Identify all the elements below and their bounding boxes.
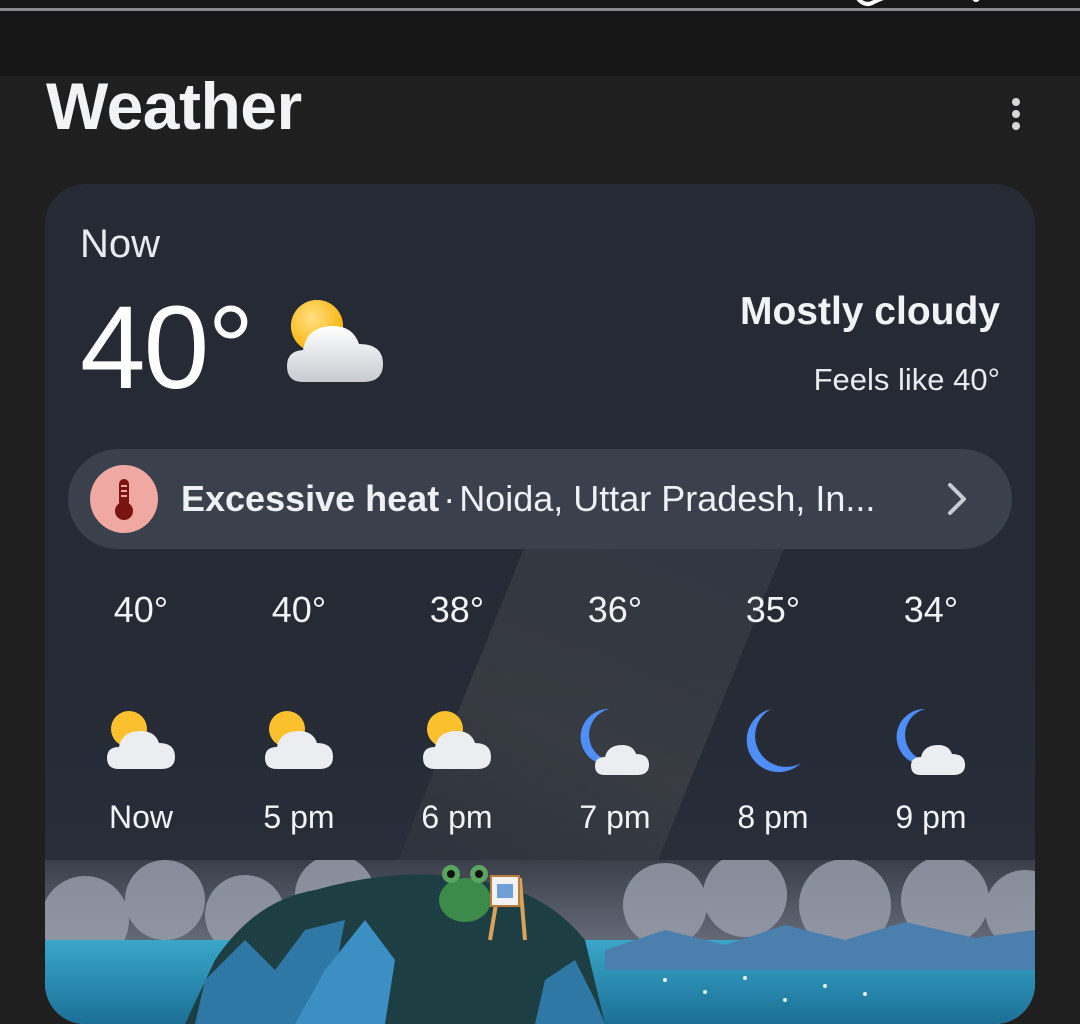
- divider: [0, 8, 1080, 11]
- hourly-label: 8 pm: [737, 799, 809, 835]
- hourly-temp: 40°: [271, 589, 327, 630]
- hourly-label: 7 pm: [579, 799, 651, 835]
- weather-alert-chip[interactable]: Excessive heat · Noida, Uttar Pradesh, In.…: [68, 449, 1012, 549]
- alert-title: Excessive heat: [181, 478, 440, 519]
- thermometer-icon: [90, 465, 158, 533]
- hourly-label: Now: [108, 799, 173, 835]
- hourly-item[interactable]: 40° 5 pm: [220, 589, 378, 849]
- hourly-label: 6 pm: [421, 799, 493, 835]
- hourly-item[interactable]: 35° 8 pm: [694, 589, 852, 849]
- hourly-label: 9 pm: [895, 799, 967, 835]
- partly-cloudy-night-icon: [896, 708, 965, 775]
- mostly-cloudy-day-icon: [423, 711, 491, 769]
- chevron-right-icon: [948, 483, 966, 515]
- hourly-temp: 38°: [429, 589, 485, 630]
- current-label: Now: [80, 222, 161, 266]
- more-options-icon[interactable]: [996, 94, 1036, 134]
- feels-like-text: Feels like 40°: [813, 362, 1000, 397]
- partly-cloudy-night-icon: [580, 708, 649, 775]
- mostly-cloudy-day-icon: [287, 300, 383, 382]
- app-header: Weather: [0, 69, 1080, 184]
- mostly-cloudy-day-icon: [265, 711, 333, 769]
- mostly-cloudy-day-icon: [107, 711, 175, 769]
- status-dot-icon: [972, 0, 980, 2]
- hourly-label: 5 pm: [263, 799, 335, 835]
- page-title: Weather: [46, 69, 302, 143]
- weather-card[interactable]: Now 40° Mostly cloudy Feels like 40° Exc…: [45, 184, 1035, 1024]
- hourly-item[interactable]: 36° 7 pm: [536, 589, 694, 849]
- hourly-item[interactable]: 38° 6 pm: [378, 589, 536, 849]
- alert-location: Noida, Uttar Pradesh, In...: [459, 478, 876, 519]
- status-bar: [0, 0, 1080, 76]
- clear-night-icon: [746, 709, 801, 773]
- landscape-illustration: [45, 860, 1035, 1024]
- condition-text: Mostly cloudy: [739, 290, 1000, 333]
- alert-separator: ·: [443, 478, 456, 519]
- current-temperature: 40°: [80, 282, 254, 414]
- status-icon: [856, 0, 884, 6]
- hourly-temp: 40°: [113, 589, 169, 630]
- hourly-temp: 35°: [745, 589, 801, 630]
- hourly-temp: 34°: [903, 589, 959, 630]
- hourly-temp: 36°: [587, 589, 643, 630]
- hourly-forecast[interactable]: 40° Now 40° 5 pm 38° 6 pm 36° 7 pm 35° 8…: [62, 589, 1012, 849]
- hourly-item[interactable]: 34° 9 pm: [852, 589, 1010, 849]
- hourly-item[interactable]: 40° Now: [62, 589, 220, 849]
